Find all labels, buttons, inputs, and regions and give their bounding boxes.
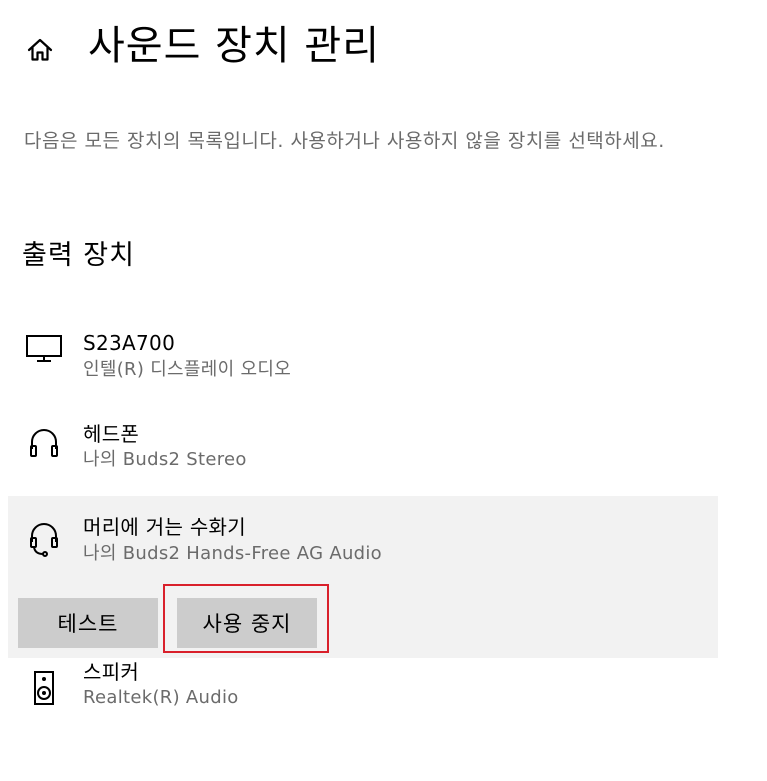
disable-button[interactable]: 사용 중지: [177, 598, 317, 648]
header: 사운드 장치 관리: [0, 0, 767, 100]
device-name: 스피커: [83, 660, 140, 684]
test-button[interactable]: 테스트: [18, 598, 158, 648]
output-devices-heading: 출력 장치: [22, 240, 135, 271]
device-subtitle: Realtek(R) Audio: [83, 687, 239, 708]
monitor-icon: [24, 328, 64, 368]
device-name: 머리에 거는 수화기: [83, 515, 246, 539]
device-item-headphones[interactable]: 헤드폰 나의 Buds2 Stereo: [8, 404, 718, 496]
page-title: 사운드 장치 관리: [88, 23, 381, 69]
speaker-icon: [24, 668, 64, 708]
device-subtitle: 나의 Buds2 Hands-Free AG Audio: [83, 543, 382, 564]
sound-device-manager-page: 사운드 장치 관리 다음은 모든 장치의 목록입니다. 사용하거나 사용하지 않…: [0, 0, 767, 781]
device-subtitle: 나의 Buds2 Stereo: [83, 449, 247, 470]
headphones-icon: [24, 422, 64, 462]
device-name: 헤드폰: [83, 422, 140, 446]
headset-icon: [24, 518, 64, 558]
device-item-s23a700[interactable]: S23A700 인텔(R) 디스플레이 오디오: [8, 310, 718, 404]
home-icon[interactable]: [24, 34, 56, 66]
output-device-list: S23A700 인텔(R) 디스플레이 오디오 헤드폰 나의 Buds2 Ste…: [8, 310, 718, 738]
device-name: S23A700: [83, 331, 176, 355]
device-item-speaker[interactable]: 스피커 Realtek(R) Audio: [8, 658, 718, 738]
device-subtitle: 인텔(R) 디스플레이 오디오: [83, 359, 292, 380]
page-description: 다음은 모든 장치의 목록입니다. 사용하거나 사용하지 않을 장치를 선택하세…: [24, 130, 665, 152]
device-item-headset-selected[interactable]: 머리에 거는 수화기 나의 Buds2 Hands-Free AG Audio …: [8, 496, 718, 658]
